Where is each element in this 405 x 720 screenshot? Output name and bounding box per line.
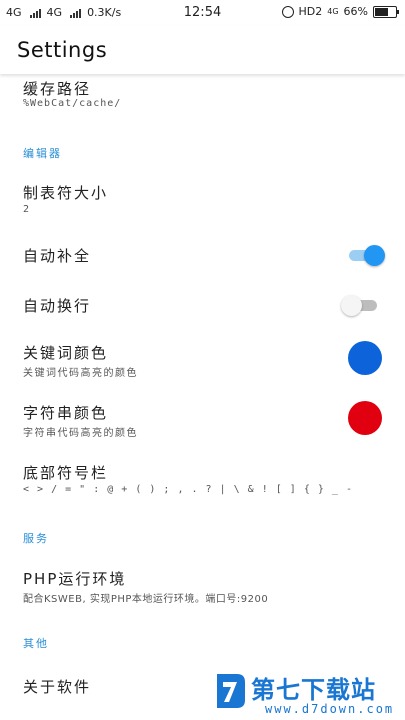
category-editor: 编辑器 [23,147,62,160]
setting-title: 关键词颜色 [23,344,109,362]
setting-bottom-symbols[interactable]: 底部符号栏 < > / = " : @ + ( ) ; , . ? | \ & … [0,456,405,506]
app-bar: Settings [0,26,405,74]
d7-logo-icon [217,674,245,708]
watermark-url: www.d7down.com [265,702,395,716]
battery-icon [373,5,399,18]
setting-tab-size[interactable]: 制表符大小 2 [0,174,405,226]
setting-string-color[interactable]: 字符串颜色 字符串代码高亮的颜色 [0,396,405,446]
setting-title: 底部符号栏 [23,464,109,482]
setting-summary: 关键词代码高亮的颜色 [23,368,138,379]
setting-title: PHP运行环境 [23,570,127,588]
setting-title: 关于软件 [23,678,92,696]
setting-summary: < > / = " : @ + ( ) ; , . ? | \ & ! [ ] … [23,484,353,495]
watermark-title: 第七下载站 [251,676,376,704]
setting-title: 制表符大小 [23,184,109,202]
setting-title: 缓存路径 [23,80,92,98]
setting-php-env[interactable]: PHP运行环境 配合KSWEB, 实现PHP本地运行环境。端口号:9200 [0,560,405,610]
category-service: 服务 [23,532,49,545]
string-color-swatch[interactable] [348,401,382,435]
watermark: 第七下载站 www.d7down.com [205,668,400,718]
setting-summary: 字符串代码高亮的颜色 [23,428,138,439]
network-type-3: 4G [327,7,339,16]
keyword-color-swatch[interactable] [348,341,382,375]
setting-word-wrap[interactable]: 自动换行 [0,284,405,328]
setting-cache-path[interactable]: 缓存路径 %WebCat/cache/ [0,74,405,124]
setting-summary: 2 [23,204,31,215]
word-wrap-toggle[interactable] [341,295,377,316]
setting-title: 自动换行 [23,297,92,315]
setting-summary: %WebCat/cache/ [23,98,122,109]
setting-summary: 配合KSWEB, 实现PHP本地运行环境。端口号:9200 [23,594,269,605]
auto-complete-toggle[interactable] [349,245,385,266]
toggle-knob [341,295,362,316]
page-title: Settings [17,38,108,62]
battery-percent: 66% [343,5,368,18]
alarm-icon [281,5,294,18]
hd-indicator: HD2 [298,5,323,18]
setting-title: 自动补全 [23,247,92,265]
setting-auto-complete[interactable]: 自动补全 [0,234,405,278]
setting-title: 字符串颜色 [23,404,109,422]
toggle-knob [364,245,385,266]
status-bar: 4G 4G 0.3K/s 12:54 HD2 4G 66% [0,0,405,26]
category-other: 其他 [23,637,49,650]
setting-keyword-color[interactable]: 关键词颜色 关键词代码高亮的颜色 [0,336,405,386]
